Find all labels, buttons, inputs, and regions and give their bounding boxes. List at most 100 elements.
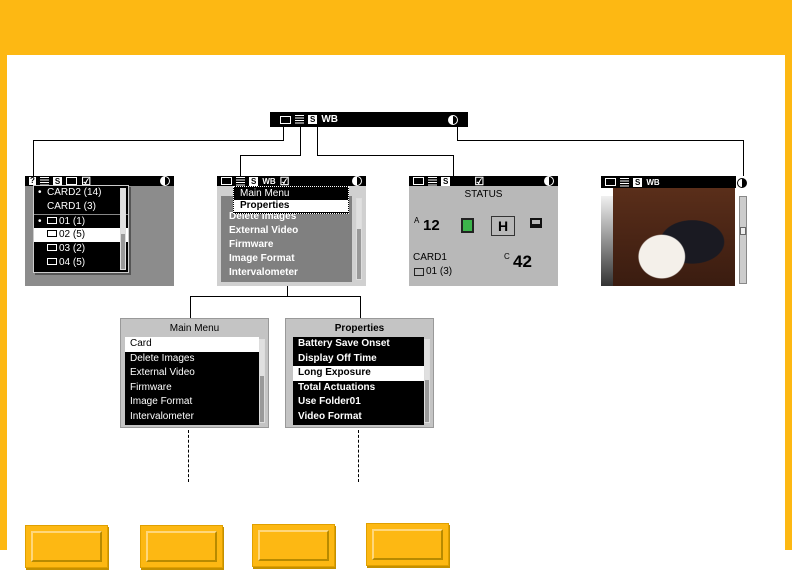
screen-card-select: ? S ☑ • CARD2 (14) CARD1 (3) • 01 (1) 02 (5… [25,176,174,286]
card-status-icon [461,218,474,233]
card-list-item[interactable]: 04 (5) [34,256,128,270]
connector [33,140,284,141]
properties-item[interactable]: Total Actuations [293,381,424,396]
item-label: CARD2 (14) [47,187,102,198]
card-list-item[interactable]: • 01 (1) [34,214,128,228]
contrast-icon[interactable] [448,114,458,125]
popup-item-main-menu[interactable]: Main Menu [234,187,348,200]
c-label: C [504,252,510,261]
nav-button-1[interactable] [25,525,108,568]
folder-icon[interactable] [221,177,232,185]
connector [457,140,744,141]
main-menu-panel: Main Menu Card Delete Images External Vide… [120,318,269,428]
connector [190,296,361,297]
screen-toolbar: S ☑ [409,176,558,188]
menu-list-item[interactable]: Image Format [221,252,352,266]
contrast-icon[interactable] [544,176,554,186]
connector [317,127,318,156]
contrast-icon[interactable] [352,176,362,186]
menu-list-item[interactable]: Firmware [221,238,352,252]
screen-toolbar: S WB [601,176,736,188]
top-toolbar: S WB [270,112,468,127]
frame-left [0,55,7,550]
card-list-item[interactable]: CARD1 (3) [34,200,128,214]
menu-popup: Main Menu Properties [233,186,349,214]
panel-title: Main Menu [169,323,220,334]
card-list-item[interactable]: 02 (5) [34,228,128,242]
scrollbar[interactable] [356,198,362,280]
item-label: 04 (5) [59,257,86,268]
wb-label[interactable]: WB [646,178,659,187]
folder-icon[interactable] [280,115,291,124]
main-menu-item[interactable]: Card [125,337,259,352]
scrollbar[interactable] [424,339,430,423]
menu-icon[interactable] [295,115,304,124]
s-icon[interactable]: S [308,115,318,124]
nav-button-4[interactable] [366,523,449,566]
properties-item[interactable]: Video Format [293,410,424,425]
s-icon[interactable]: S [249,176,259,186]
properties-panel: Properties Battery Save Onset Display Off… [285,318,434,428]
wb-label[interactable]: WB [262,177,275,186]
slider-thumb[interactable] [740,227,746,235]
dashed-connector [358,430,359,482]
screen-image: S WB [601,176,750,286]
card-list-item[interactable]: 03 (2) [34,242,128,256]
menu-list-item[interactable]: External Video [221,224,352,238]
main-menu-item[interactable]: Delete Images [125,352,259,367]
h-indicator: H [491,216,515,236]
s-icon[interactable]: S [633,177,643,187]
check-icon[interactable]: ☑ [474,176,484,188]
folder-icon [47,244,57,251]
panel-title: Properties [334,323,385,334]
item-label: 02 (5) [59,229,86,240]
wb-label[interactable]: WB [321,114,338,125]
card-list-item[interactable]: • CARD2 (14) [34,186,128,200]
a-label: A [414,216,420,225]
contrast-slider[interactable] [739,196,747,284]
folder-icon[interactable] [413,177,424,185]
connector [190,296,191,318]
menu-icon[interactable] [236,176,245,186]
connector [283,127,284,141]
nav-button-2[interactable] [140,525,223,568]
menu-icon[interactable] [620,177,629,187]
item-label: 01 (1) [59,216,86,227]
card-label: CARD1 [413,252,447,263]
status-title: STATUS [464,189,503,200]
a-value: 12 [423,217,440,234]
screen-toolbar: S WB ☑ [217,176,366,188]
connector [317,155,454,156]
item-label: 03 (2) [59,243,86,254]
main-menu-item[interactable]: Image Format [125,395,259,410]
connector [240,155,301,156]
nav-button-3[interactable] [252,524,335,567]
dashed-connector [188,430,189,482]
folder-icon [414,267,424,276]
connector [300,127,301,156]
display-icon[interactable] [66,177,78,185]
folder-status: 01 (3) [414,266,452,277]
bullet-icon: • [38,187,42,198]
properties-item[interactable]: Display Off Time [293,352,424,367]
s-icon[interactable]: S [441,176,451,186]
main-menu-item[interactable]: Firmware [125,381,259,396]
connector [33,140,34,178]
properties-item[interactable]: Use Folder01 [293,395,424,410]
properties-item[interactable]: Long Exposure [293,366,424,381]
menu-list-item[interactable]: Intervalometer [221,266,352,280]
contrast-icon[interactable] [160,176,170,186]
main-menu-item[interactable]: Intervalometer [125,410,259,425]
folder-icon[interactable] [605,178,616,186]
help-icon[interactable]: ? [29,177,36,185]
scrollbar[interactable] [259,339,265,423]
contrast-icon[interactable] [737,178,747,188]
main-menu-item[interactable]: External Video [125,366,259,381]
menu-icon[interactable] [428,176,437,186]
scrollbar[interactable] [120,188,126,270]
screen-menu: S WB ☑ Delete Images External Video Firmwa… [217,176,366,286]
computer-icon [530,218,542,228]
properties-item[interactable]: Battery Save Onset [293,337,424,352]
popup-item-properties[interactable]: Properties [234,200,348,212]
folder-icon [47,258,57,265]
